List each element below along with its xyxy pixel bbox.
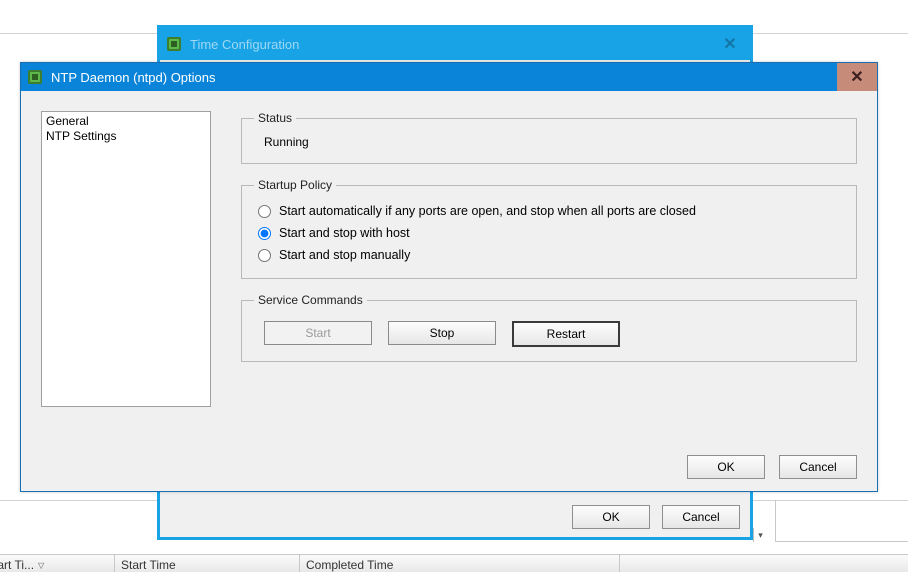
column-start-time[interactable]: Start Time (115, 555, 300, 572)
cancel-button[interactable]: Cancel (779, 455, 857, 479)
tasks-column-headers: ted Start Ti... ▽ Start Time Completed T… (0, 554, 908, 572)
nav-item-ntp-settings[interactable]: NTP Settings (46, 129, 206, 144)
restart-button[interactable]: Restart (512, 321, 620, 347)
startup-policy-legend: Startup Policy (254, 178, 336, 192)
status-group: Status Running (241, 111, 857, 164)
ntpd-options-footer: OK Cancel (41, 443, 857, 479)
service-commands-group: Service Commands Start Stop Restart (241, 293, 857, 362)
time-configuration-footer: OK Cancel (572, 505, 740, 529)
nav-item-general[interactable]: General (46, 114, 206, 129)
ntpd-options-body: General NTP Settings Status Running Star… (21, 91, 877, 491)
column-completed-time[interactable]: Completed Time (300, 555, 620, 572)
vsphere-icon (166, 36, 182, 52)
sort-descending-icon: ▽ (38, 561, 44, 570)
startup-policy-group: Startup Policy Start automatically if an… (241, 178, 857, 279)
close-button[interactable]: ✕ (837, 63, 877, 91)
close-button-parent[interactable]: ✕ (716, 32, 744, 56)
dropdown-caret-icon[interactable]: ▾ (753, 528, 767, 542)
status-legend: Status (254, 111, 296, 125)
radio-auto-ports-label: Start automatically if any ports are ope… (279, 204, 696, 218)
radio-auto-ports[interactable] (258, 205, 271, 218)
startup-policy-option-with-host[interactable]: Start and stop with host (254, 222, 844, 244)
category-list[interactable]: General NTP Settings (41, 111, 211, 407)
vsphere-icon (27, 69, 43, 85)
startup-policy-option-manual[interactable]: Start and stop manually (254, 244, 844, 266)
start-button: Start (264, 321, 372, 345)
bg-panel-edge (775, 500, 908, 542)
status-value: Running (254, 133, 844, 151)
ok-button[interactable]: OK (687, 455, 765, 479)
radio-manual-label: Start and stop manually (279, 248, 410, 262)
column-label: ted Start Ti... (0, 558, 34, 572)
ntpd-options-title: NTP Daemon (ntpd) Options (51, 70, 216, 85)
column-label: Start Time (121, 558, 176, 572)
column-requested-start-time[interactable]: ted Start Ti... ▽ (0, 555, 115, 572)
stop-button[interactable]: Stop (388, 321, 496, 345)
ntpd-options-titlebar[interactable]: NTP Daemon (ntpd) Options ✕ (21, 63, 877, 91)
service-commands-legend: Service Commands (254, 293, 367, 307)
radio-manual[interactable] (258, 249, 271, 262)
time-configuration-title: Time Configuration (190, 37, 299, 52)
column-label: Completed Time (306, 558, 393, 572)
ntpd-options-window: NTP Daemon (ntpd) Options ✕ General NTP … (20, 62, 878, 492)
radio-with-host[interactable] (258, 227, 271, 240)
radio-with-host-label: Start and stop with host (279, 226, 410, 240)
cancel-button-parent[interactable]: Cancel (662, 505, 740, 529)
time-configuration-titlebar[interactable]: Time Configuration ✕ (160, 28, 750, 60)
ok-button-parent[interactable]: OK (572, 505, 650, 529)
startup-policy-option-auto-ports[interactable]: Start automatically if any ports are ope… (254, 200, 844, 222)
